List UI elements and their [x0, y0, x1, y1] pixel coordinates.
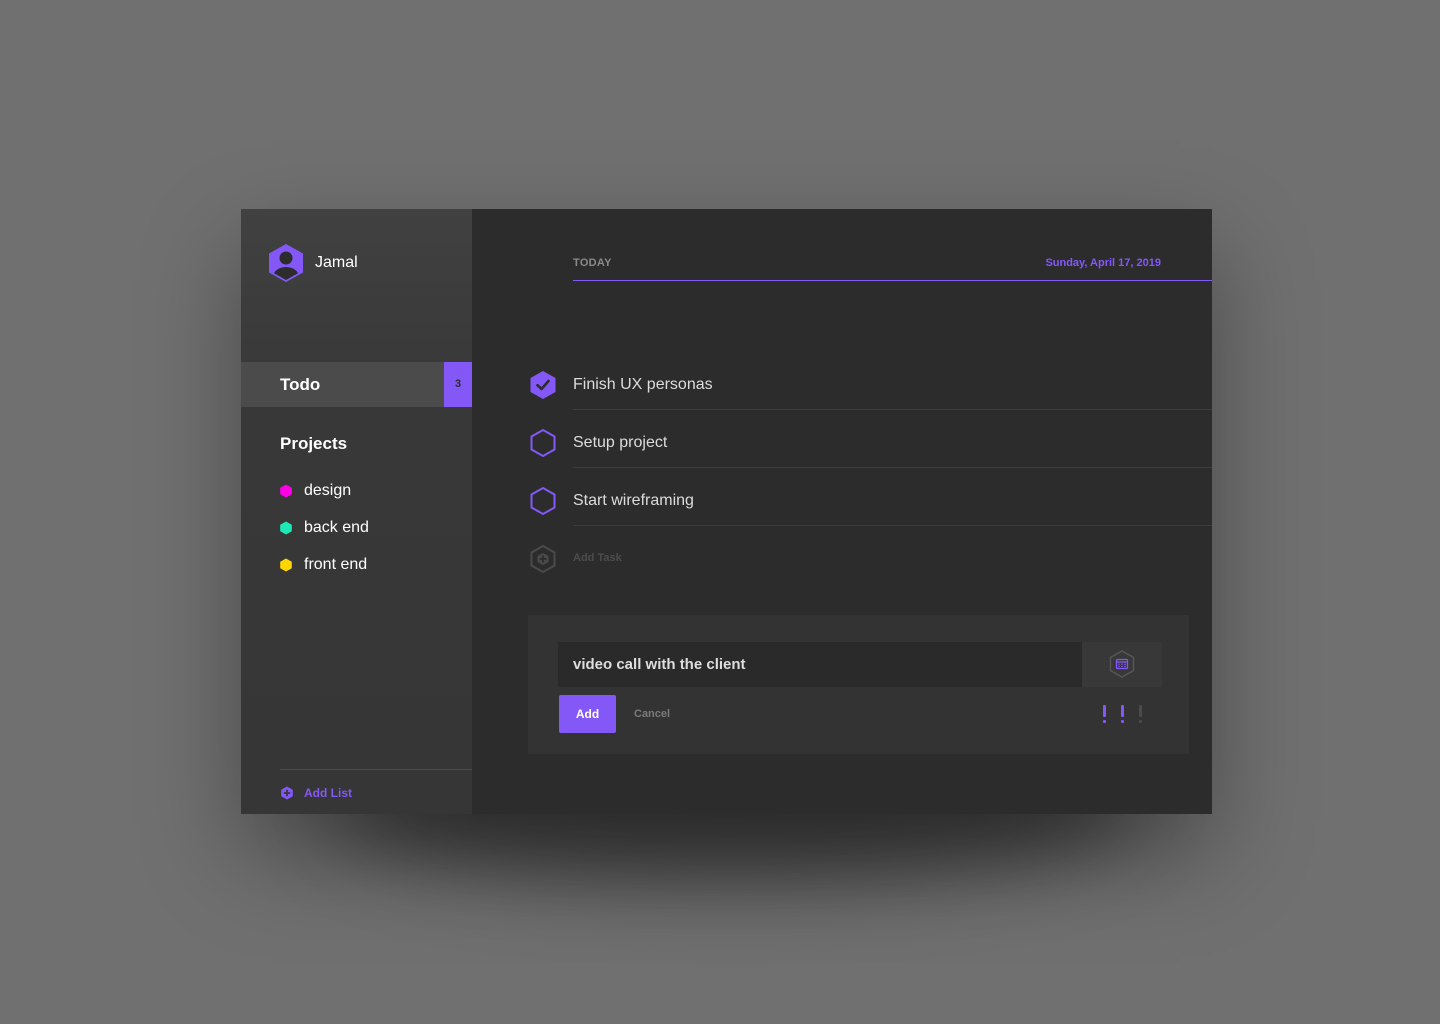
app-window: Jamal Todo 3 Projects design back end fr… — [241, 209, 1212, 814]
task-item[interactable]: Setup project — [528, 419, 1212, 477]
task-item[interactable]: Finish UX personas — [528, 361, 1212, 419]
header-divider — [573, 280, 1212, 281]
current-date: Sunday, April 17, 2019 — [1045, 257, 1161, 269]
project-name: back end — [304, 519, 369, 536]
task-text: Setup project — [573, 434, 668, 451]
new-task-card: Add Cancel — [528, 615, 1189, 754]
list-label: Todo — [280, 375, 321, 394]
task-divider — [573, 467, 1212, 468]
unchecked-hexagon-icon[interactable] — [528, 428, 558, 458]
calendar-icon — [1109, 650, 1135, 678]
plus-hexagon-icon — [530, 544, 556, 574]
cancel-button[interactable]: Cancel — [634, 708, 670, 720]
priority-mark-icon[interactable] — [1103, 705, 1106, 723]
add-list-button[interactable]: Add List — [280, 786, 352, 800]
priority-mark-icon[interactable] — [1121, 705, 1124, 723]
project-name: front end — [304, 556, 368, 573]
project-item-front-end[interactable]: front end — [279, 556, 367, 574]
project-item-back-end[interactable]: back end — [279, 519, 369, 537]
list-item-todo[interactable]: Todo 3 — [241, 362, 472, 407]
sidebar: Jamal Todo 3 Projects design back end fr… — [241, 209, 472, 814]
priority-mark-icon[interactable] — [1139, 705, 1142, 723]
task-divider — [573, 525, 1212, 526]
hexagon-dot-icon — [280, 521, 292, 535]
hexagon-dot-icon — [280, 558, 292, 572]
count-badge: 3 — [444, 362, 472, 407]
task-text: Finish UX personas — [573, 376, 713, 393]
task-item[interactable]: Start wireframing — [528, 477, 1212, 535]
add-task-label: Add Task — [573, 552, 622, 564]
main-panel: TODAY Sunday, April 17, 2019 Finish UX p… — [472, 209, 1212, 814]
checked-hexagon-icon[interactable] — [528, 370, 558, 400]
hexagon-dot-icon — [280, 484, 292, 498]
task-input[interactable] — [558, 642, 1082, 687]
unchecked-hexagon-icon[interactable] — [528, 486, 558, 516]
add-button[interactable]: Add — [559, 695, 616, 733]
task-text: Start wireframing — [573, 492, 694, 509]
user-hexagon-icon — [269, 244, 303, 282]
user-name: Jamal — [315, 254, 358, 271]
add-list-label: Add List — [304, 786, 352, 800]
section-title: TODAY — [573, 257, 612, 269]
task-divider — [573, 409, 1212, 410]
priority-selector[interactable] — [1100, 704, 1150, 724]
divider — [280, 769, 472, 770]
projects-heading: Projects — [280, 434, 348, 453]
project-name: design — [304, 482, 352, 499]
date-picker-button[interactable] — [1082, 642, 1162, 687]
plus-hexagon-icon — [281, 786, 293, 800]
user-profile[interactable]: Jamal — [267, 243, 358, 283]
project-item-design[interactable]: design — [279, 482, 351, 500]
